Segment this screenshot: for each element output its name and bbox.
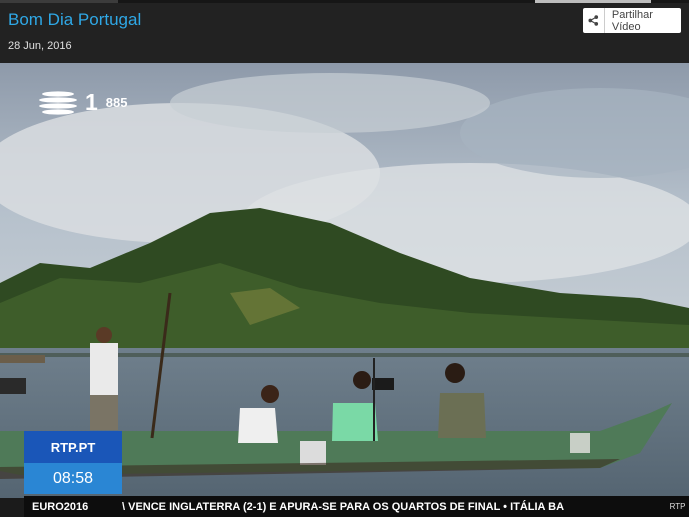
clock-box: 08:58	[24, 463, 122, 494]
share-video-label: Partilhar Vídeo	[611, 8, 653, 33]
top-strip-segment	[0, 0, 118, 3]
side-tag: RTP	[666, 496, 689, 517]
ticker-tag: EURO2016	[32, 500, 89, 513]
channel-code: 885	[105, 95, 128, 110]
share-video-button[interactable]: Partilhar Vídeo	[583, 8, 681, 33]
rtp-logo-icon	[39, 90, 77, 115]
rtp1-channel-logo: 1 885	[38, 89, 128, 116]
top-strip-segment	[535, 0, 651, 3]
video-date: 28 Jun, 2016	[8, 40, 72, 52]
news-ticker: EURO2016 \ VENCE INGLATERRA (2-1) E APUR…	[24, 496, 666, 517]
page-header: Bom Dia Portugal 28 Jun, 2016 Partilhar …	[0, 0, 689, 63]
share-icon	[583, 8, 605, 33]
channel-number: 1	[85, 89, 98, 115]
video-player[interactable]: 1 885 RTP.PT 08:58 EURO2016 \ VENCE INGL…	[0, 63, 689, 517]
brand-box: RTP.PT	[24, 431, 122, 463]
ticker-text: \ VENCE INGLATERRA (2-1) E APURA-SE PARA…	[122, 500, 565, 513]
video-title[interactable]: Bom Dia Portugal	[8, 10, 141, 30]
top-strip	[0, 0, 689, 3]
